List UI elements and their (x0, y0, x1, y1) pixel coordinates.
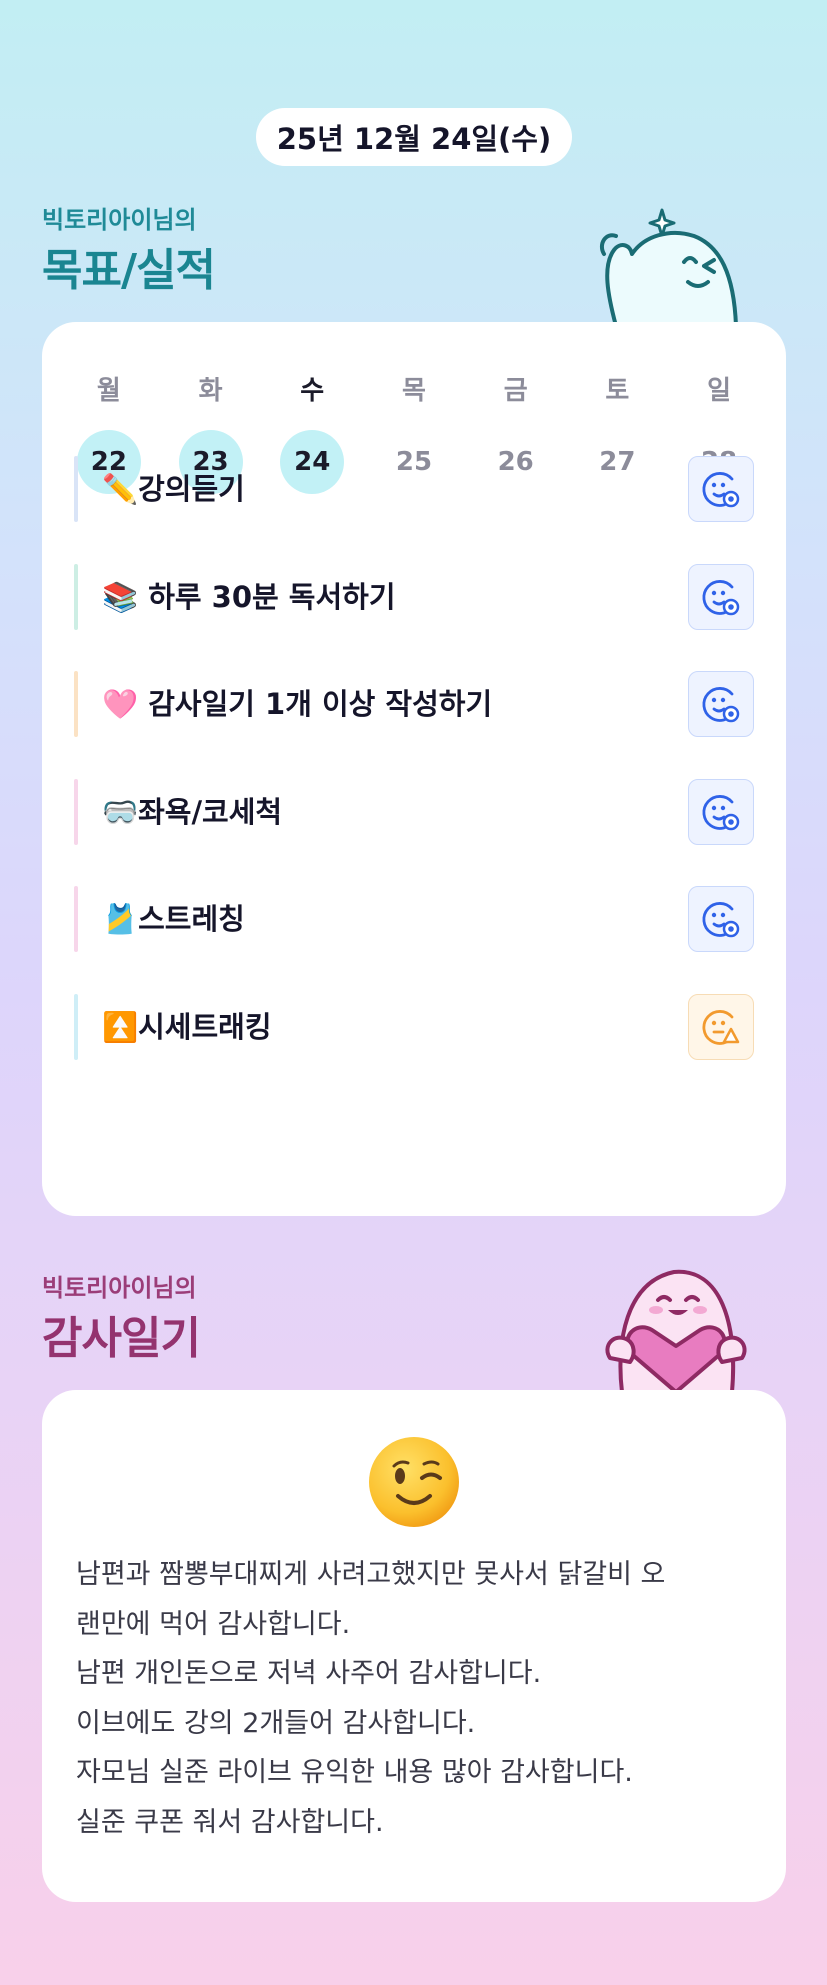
goal-status-button[interactable] (688, 671, 754, 737)
goal-status-button[interactable] (688, 563, 754, 630)
diary-entry-text: 남편과 짬뽕부대찌게 사려고했지만 못사서 닭갈비 오 랜만에 먹어 감사합니다… (76, 1559, 666, 1838)
neutral-warning-icon (702, 1009, 740, 1045)
smile-check-icon (702, 794, 740, 830)
goal-label: 🎽스트레칭 (102, 902, 245, 936)
goal-label: ✏️강의듣기 (102, 472, 245, 506)
goal-status-button[interactable] (688, 778, 754, 845)
winking-face-icon (369, 1437, 459, 1527)
weekday-label: 화 (198, 376, 223, 406)
goal-color-bar (74, 993, 78, 1060)
goals-card: 월 화 수 목 금 토 일 22 23 24 25 26 27 28 ✏️강의듣… (42, 322, 786, 1216)
diary-section-title: 감사일기 (42, 1313, 201, 1364)
goal-label: 📚 하루 30분 독서하기 (102, 579, 396, 614)
weekday-label: 일 (707, 376, 732, 406)
goal-color-bar (74, 778, 78, 845)
goal-label: 🥽좌욕/코세척 (102, 794, 283, 829)
weekday-label: 목 (401, 376, 426, 406)
weekday-label: 월 (96, 376, 121, 406)
goal-label: ⏫시세트래킹 (102, 1009, 272, 1044)
goal-item[interactable]: 🩷 감사일기 1개 이상 작성하기 (74, 671, 754, 737)
date-pill[interactable]: 25년 12월 24일(수) (256, 108, 572, 166)
goals-section-title: 목표/실적 (42, 245, 216, 296)
goal-color-bar (74, 563, 78, 630)
goal-item[interactable]: ✏️강의듣기 (74, 456, 754, 522)
diary-card: 남편과 짬뽕부대찌게 사려고했지만 못사서 닭갈비 오 랜만에 먹어 감사합니다… (42, 1390, 786, 1902)
goal-status-button[interactable] (688, 993, 754, 1060)
goal-color-bar (74, 886, 78, 952)
weekday-label: 금 (503, 376, 528, 406)
smile-check-icon (702, 472, 740, 508)
goal-label: 🩷 감사일기 1개 이상 작성하기 (102, 687, 493, 721)
goal-item[interactable]: 📚 하루 30분 독서하기 (74, 563, 754, 630)
date-label: 25년 12월 24일(수) (276, 122, 552, 156)
smile-check-icon (702, 902, 740, 938)
goals-section-subtitle: 빅토리아이님의 (42, 206, 197, 234)
diary-section-subtitle: 빅토리아이님의 (42, 1274, 197, 1302)
weekday-header-row: 월 화 수 목 금 토 일 (42, 370, 786, 407)
goal-color-bar (74, 671, 78, 737)
weekday-label: 토 (605, 376, 630, 406)
goal-color-bar (74, 456, 78, 522)
goal-item[interactable]: 🥽좌욕/코세척 (74, 778, 754, 845)
smile-check-icon (702, 687, 740, 723)
goal-item[interactable]: ⏫시세트래킹 (74, 993, 754, 1060)
waving-mascot-icon (599, 208, 738, 326)
heart-mascot-icon (605, 1269, 747, 1392)
goal-status-button[interactable] (688, 456, 754, 522)
goal-item[interactable]: 🎽스트레칭 (74, 886, 754, 952)
goal-status-button[interactable] (688, 886, 754, 952)
smile-check-icon (702, 579, 740, 615)
weekday-label-today: 수 (300, 376, 325, 406)
